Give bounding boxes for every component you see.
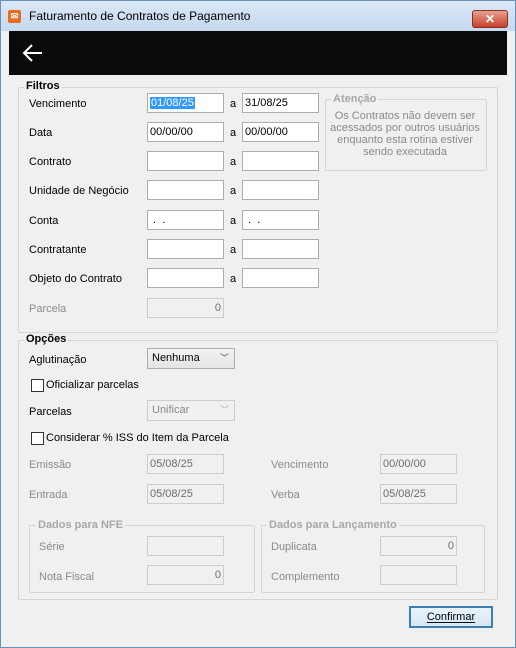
complemento-label: Complemento [271, 571, 340, 583]
app-icon: ✉ [8, 10, 21, 23]
aglutinacao-value: Nenhuma [152, 352, 200, 364]
range-separator: a [230, 98, 237, 110]
contrato-to-field[interactable] [242, 151, 319, 171]
lancamento-legend: Dados para Lançamento [267, 519, 399, 531]
filtros-legend: Filtros [24, 80, 62, 92]
conta-from-field[interactable]: . . [147, 210, 224, 230]
atencao-text: Os Contratos não devem ser acessados por… [330, 110, 480, 158]
duplicata-label: Duplicata [271, 541, 317, 553]
toolbar [9, 31, 507, 75]
conta-to-field[interactable]: . . [242, 210, 319, 230]
opcoes-legend: Opções [24, 333, 69, 345]
parcelas-select: Unificar ﹀ [147, 400, 235, 421]
entrada-label: Entrada [29, 489, 68, 501]
unidade-to-field[interactable] [242, 180, 319, 200]
contratante-label: Contratante [29, 244, 87, 256]
form-content: Filtros Vencimento 01/08/25 a 31/08/25 D… [9, 75, 507, 641]
data-label: Data [29, 127, 53, 139]
verba-field: 05/08/25 [380, 484, 457, 504]
unidade-from-field[interactable] [147, 180, 224, 200]
complemento-field [380, 565, 457, 585]
vencimento-from-value: 01/08/25 [150, 97, 195, 109]
considerar-iss-checkbox[interactable] [31, 432, 44, 445]
aglutinacao-select[interactable]: Nenhuma ﹀ [147, 348, 235, 369]
oficializar-label[interactable]: Oficializar parcelas [46, 379, 139, 391]
back-button[interactable] [21, 41, 45, 65]
title-bar: ✉ Faturamento de Contratos de Pagamento … [1, 1, 515, 31]
close-button[interactable]: ✕ [472, 10, 508, 28]
unidade-label: Unidade de Negócio [29, 185, 129, 197]
verba-label: Verba [271, 489, 300, 501]
vencimento-opcao-field: 00/00/00 [380, 454, 457, 474]
range-separator: a [230, 127, 237, 139]
window-title: Faturamento de Contratos de Pagamento [29, 9, 251, 23]
nfe-legend: Dados para NFE [36, 519, 125, 531]
oficializar-checkbox[interactable] [31, 379, 44, 392]
range-separator: a [230, 273, 237, 285]
vencimento-from-field[interactable]: 01/08/25 [147, 93, 224, 113]
confirm-label: Confirmar [426, 611, 476, 623]
contrato-from-field[interactable] [147, 151, 224, 171]
contrato-label: Contrato [29, 156, 72, 168]
nota-fiscal-field: 0 [147, 565, 224, 585]
nota-fiscal-label: Nota Fiscal [39, 571, 95, 583]
data-to-field[interactable]: 00/00/00 [242, 122, 319, 142]
considerar-iss-label[interactable]: Considerar % ISS do Item da Parcela [46, 432, 229, 444]
data-from-field[interactable]: 00/00/00 [147, 122, 224, 142]
range-separator: a [230, 215, 237, 227]
serie-label: Série [39, 541, 65, 553]
vencimento-label: Vencimento [29, 98, 87, 110]
vencimento-to-field[interactable]: 31/08/25 [242, 93, 319, 113]
parcela-field: 0 [147, 298, 224, 318]
emissao-label: Emissão [29, 459, 72, 471]
confirm-button[interactable]: Confirmar [409, 606, 493, 628]
entrada-field: 05/08/25 [147, 484, 224, 504]
objeto-label: Objeto do Contrato [29, 273, 122, 285]
range-separator: a [230, 156, 237, 168]
range-separator: a [230, 244, 237, 256]
dialog-window: ✉ Faturamento de Contratos de Pagamento … [0, 0, 516, 648]
chevron-down-icon: ﹀ [219, 405, 229, 415]
contratante-to-field[interactable] [242, 239, 319, 259]
arrow-left-icon [22, 44, 42, 62]
vencimento-opcao-label: Vencimento [271, 459, 329, 471]
chevron-down-icon: ﹀ [219, 353, 229, 363]
serie-field [147, 536, 224, 556]
objeto-to-field[interactable] [242, 268, 319, 288]
atencao-group: Os Contratos não devem ser acessados por… [325, 99, 487, 171]
range-separator: a [230, 185, 237, 197]
parcelas-value: Unificar [152, 404, 190, 416]
conta-label: Conta [29, 215, 59, 227]
aglutinacao-label: Aglutinação [29, 354, 87, 366]
parcela-label: Parcela [29, 303, 67, 315]
duplicata-field: 0 [380, 536, 457, 556]
objeto-from-field[interactable] [147, 268, 224, 288]
contratante-from-field[interactable] [147, 239, 224, 259]
parcelas-label: Parcelas [29, 406, 72, 418]
emissao-field: 05/08/25 [147, 454, 224, 474]
atencao-legend: Atenção [331, 93, 379, 105]
